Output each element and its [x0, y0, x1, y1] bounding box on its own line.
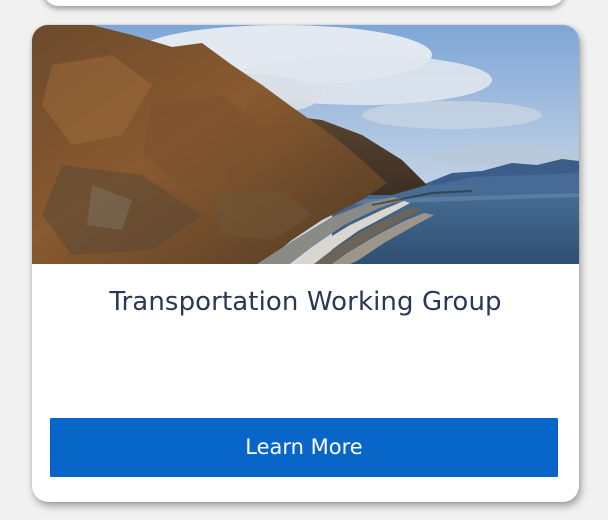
working-group-card: Transportation Working Group Learn More — [32, 25, 579, 502]
card-title: Transportation Working Group — [109, 287, 502, 317]
previous-card-edge — [44, 0, 564, 6]
learn-more-button[interactable]: Learn More — [50, 418, 558, 477]
page: Transportation Working Group Learn More — [0, 0, 608, 520]
coastal-highway-photo — [32, 25, 579, 264]
